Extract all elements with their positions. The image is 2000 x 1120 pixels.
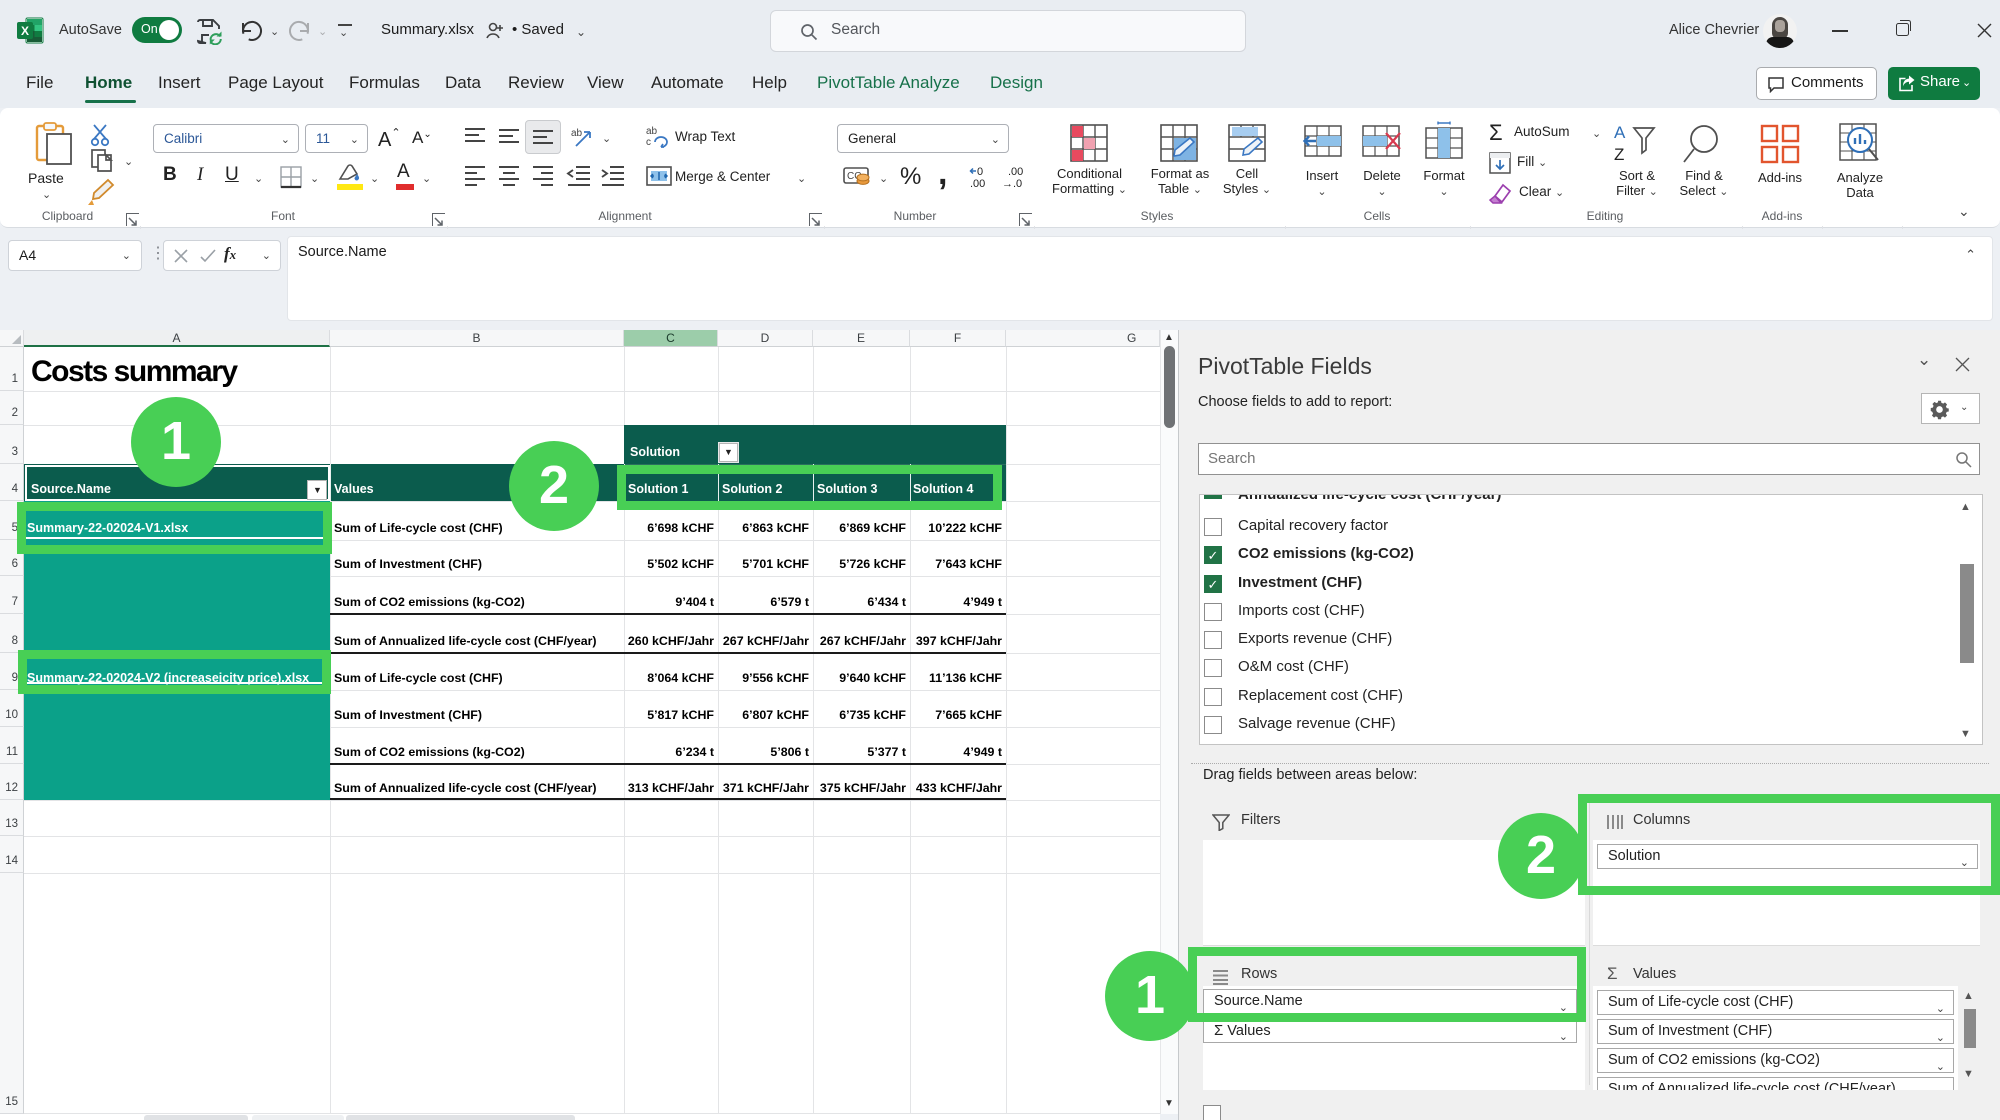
svg-text:c: c [646, 137, 651, 148]
svg-text:ab: ab [571, 128, 583, 139]
svg-text:0: 0 [977, 166, 983, 178]
svg-text:.00: .00 [970, 178, 985, 190]
svg-text:ab: ab [646, 126, 658, 137]
svg-text:X: X [21, 24, 29, 38]
svg-text:A: A [1614, 123, 1626, 142]
svg-text:Z: Z [1614, 145, 1624, 164]
svg-text:→.0: →.0 [1002, 178, 1022, 190]
svg-text:.00: .00 [1008, 166, 1023, 178]
